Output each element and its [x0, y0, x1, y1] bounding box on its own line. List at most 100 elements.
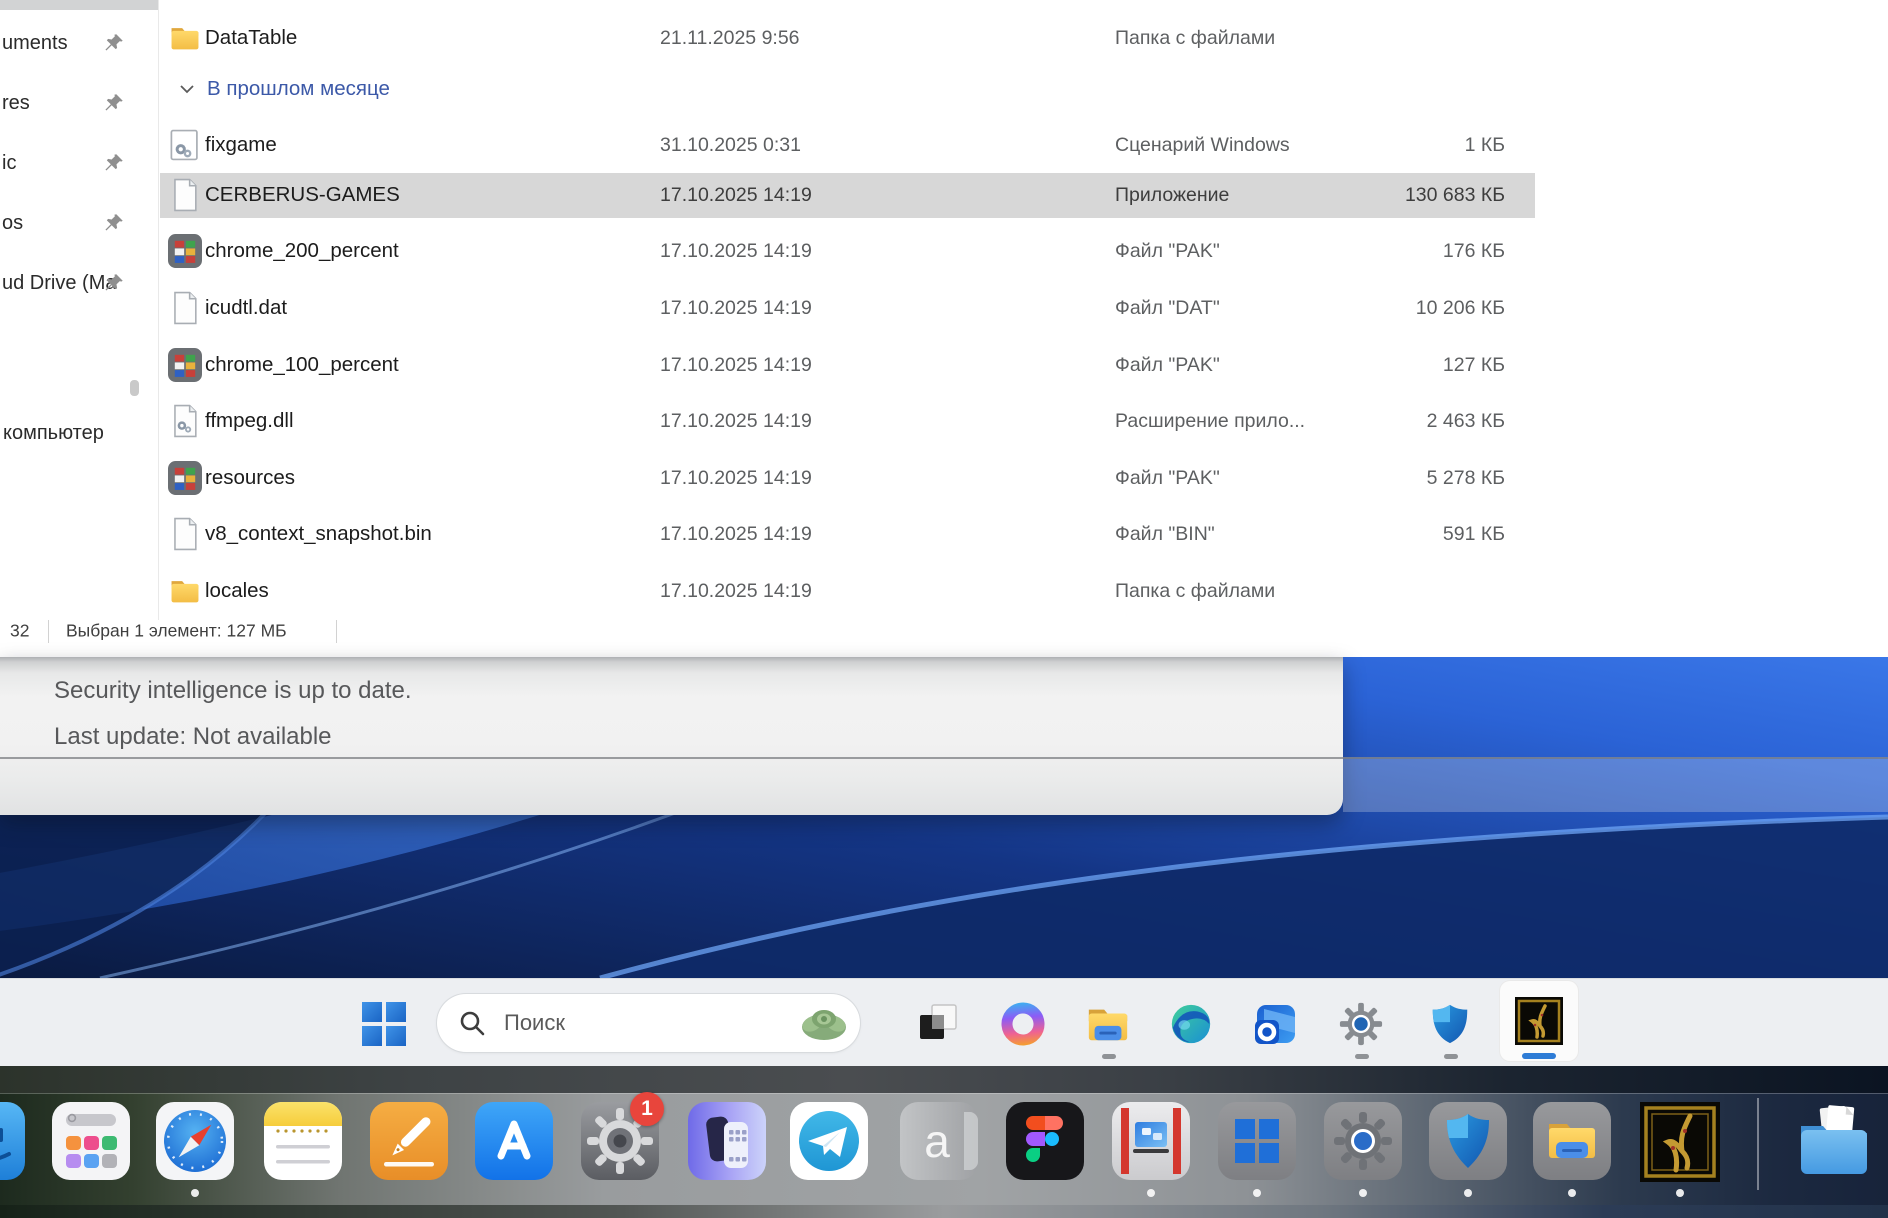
status-divider — [48, 620, 49, 643]
file-type: Файл "DAT" — [1115, 297, 1220, 320]
pages-icon[interactable] — [370, 1102, 448, 1180]
notes-icon[interactable] — [264, 1102, 342, 1180]
file-name: chrome_100_percent — [205, 353, 399, 377]
atext-icon[interactable]: a — [900, 1102, 978, 1180]
notification-badge: 1 — [630, 1092, 664, 1126]
security-status-text: Security intelligence is up to date. — [54, 677, 412, 705]
windows-settings-icon[interactable] — [1324, 1102, 1402, 1180]
group-header-last-month[interactable]: В прошлом месяце — [0, 69, 1888, 109]
telegram-icon[interactable] — [790, 1102, 868, 1180]
file-date: 17.10.2025 14:19 — [660, 410, 812, 433]
file-type: Сценарий Windows — [1115, 134, 1290, 157]
running-indicator — [1253, 1189, 1261, 1197]
file-type: Файл "PAK" — [1115, 467, 1220, 490]
file-size: 591 КБ — [1285, 523, 1505, 546]
windows-script-icon — [168, 404, 202, 438]
launchpad-icon[interactable] — [52, 1102, 130, 1180]
file-date: 17.10.2025 14:19 — [660, 297, 812, 320]
running-indicator — [1355, 1054, 1369, 1059]
outlook-icon[interactable] — [1252, 1001, 1298, 1047]
screen: uments res ic os ud Drive (Ma компьютер … — [0, 0, 1888, 1218]
running-indicator — [1102, 1054, 1116, 1059]
finder-icon[interactable] — [0, 1102, 25, 1180]
iphone-mirroring-icon[interactable] — [688, 1102, 766, 1180]
file-name: v8_context_snapshot.bin — [205, 522, 432, 546]
security-last-update-text: Last update: Not available — [54, 723, 332, 751]
file-name: chrome_200_percent — [205, 239, 399, 263]
copilot-icon[interactable] — [1000, 1001, 1046, 1047]
file-type: Расширение прило... — [1115, 410, 1305, 433]
window-edge-haze — [1343, 759, 1888, 812]
file-date: 31.10.2025 0:31 — [660, 134, 801, 157]
file-size: 10 206 КБ — [1285, 297, 1505, 320]
cerberus-games-icon[interactable] — [1515, 997, 1563, 1045]
status-selection: Выбран 1 элемент: 127 МБ — [66, 621, 287, 642]
file-size: 5 278 КБ — [1285, 467, 1505, 490]
mac-wallpaper-strip — [0, 1066, 1888, 1093]
file-name: ffmpeg.dll — [205, 409, 294, 433]
blank-file-icon — [168, 517, 202, 551]
sidebar-selected-item-remnant — [0, 0, 158, 10]
running-indicator — [1568, 1189, 1576, 1197]
mac-wallpaper-bottom-strip — [0, 1205, 1888, 1218]
settings-gear-icon[interactable] — [1338, 1001, 1384, 1047]
windows-security-dock-icon[interactable] — [1429, 1102, 1507, 1180]
folder-icon — [168, 574, 202, 608]
file-row-icudtl-dat[interactable]: icudtl.dat 17.10.2025 14:19 Файл "DAT" 1… — [0, 285, 1888, 331]
file-row-chrome-100-percent[interactable]: chrome_100_percent 17.10.2025 14:19 Файл… — [0, 342, 1888, 388]
file-name: icudtl.dat — [205, 296, 287, 320]
folder-icon — [168, 21, 202, 55]
chevron-down-icon — [178, 80, 196, 98]
status-bar: 32 Выбран 1 элемент: 127 МБ — [0, 612, 1888, 650]
safari-icon[interactable] — [156, 1102, 234, 1180]
documents-folder-icon[interactable] — [1795, 1102, 1873, 1180]
file-name: resources — [205, 466, 295, 490]
archive-icon — [168, 348, 202, 382]
file-row-resources[interactable]: resources 17.10.2025 14:19 Файл "PAK" 5 … — [0, 455, 1888, 501]
file-row-locales[interactable]: locales 17.10.2025 14:19 Папка с файлами — [0, 568, 1888, 614]
windows-security-panel: Security intelligence is up to date. Las… — [0, 657, 1343, 815]
windows-security-shield-icon[interactable] — [1427, 1001, 1473, 1047]
running-indicator — [1676, 1189, 1684, 1197]
file-type: Файл "PAK" — [1115, 240, 1220, 263]
file-date: 21.11.2025 9:56 — [660, 27, 800, 50]
file-type: Файл "PAK" — [1115, 354, 1220, 377]
file-row-datatable[interactable]: DataTable 21.11.2025 9:56 Папка с файлам… — [0, 15, 1888, 61]
file-row-v8-context-snapshot[interactable]: v8_context_snapshot.bin 17.10.2025 14:19… — [0, 511, 1888, 557]
parallels-icon[interactable] — [1112, 1102, 1190, 1180]
file-type: Файл "BIN" — [1115, 523, 1215, 546]
file-row-ffmpeg-dll[interactable]: ffmpeg.dll 17.10.2025 14:19 Расширение п… — [0, 398, 1888, 444]
file-row-cerberus-games[interactable]: CERBERUS-GAMES 17.10.2025 14:19 Приложен… — [0, 172, 1888, 218]
badge-count: 1 — [641, 1097, 653, 1121]
file-name: locales — [205, 579, 269, 603]
start-button-icon[interactable] — [361, 1001, 407, 1047]
status-divider — [336, 620, 337, 643]
file-type: Приложение — [1115, 184, 1229, 207]
file-explorer-icon[interactable] — [1085, 1001, 1131, 1047]
status-item-count: 32 — [10, 621, 29, 642]
file-name: CERBERUS-GAMES — [205, 183, 400, 207]
file-date: 17.10.2025 14:19 — [660, 467, 812, 490]
edge-icon[interactable] — [1168, 1001, 1214, 1047]
taskbar-search-input[interactable]: Поиск — [437, 994, 860, 1052]
file-row-fixgame[interactable]: fixgame 31.10.2025 0:31 Сценарий Windows… — [0, 122, 1888, 168]
file-date: 17.10.2025 14:19 — [660, 580, 812, 603]
file-row-chrome-200-percent[interactable]: chrome_200_percent 17.10.2025 14:19 Файл… — [0, 228, 1888, 274]
blank-file-icon — [168, 291, 202, 325]
running-indicator — [1444, 1054, 1458, 1059]
file-size: 1 КБ — [1285, 134, 1505, 157]
search-placeholder: Поиск — [504, 1010, 565, 1036]
file-size: 127 КБ — [1285, 354, 1505, 377]
file-size: 176 КБ — [1285, 240, 1505, 263]
file-date: 17.10.2025 14:19 — [660, 184, 812, 207]
task-view-icon[interactable] — [915, 1001, 961, 1047]
windows-11-icon[interactable] — [1218, 1102, 1296, 1180]
figma-icon[interactable] — [1006, 1102, 1084, 1180]
group-header-label: В прошлом месяце — [207, 77, 390, 101]
app-store-icon[interactable] — [475, 1102, 553, 1180]
cerberus-games-dock-icon[interactable] — [1640, 1102, 1720, 1182]
dock-divider — [1757, 1098, 1759, 1190]
windows-folder-dock-icon[interactable] — [1533, 1102, 1611, 1180]
active-app-indicator — [1522, 1053, 1556, 1059]
running-indicator — [191, 1189, 199, 1197]
